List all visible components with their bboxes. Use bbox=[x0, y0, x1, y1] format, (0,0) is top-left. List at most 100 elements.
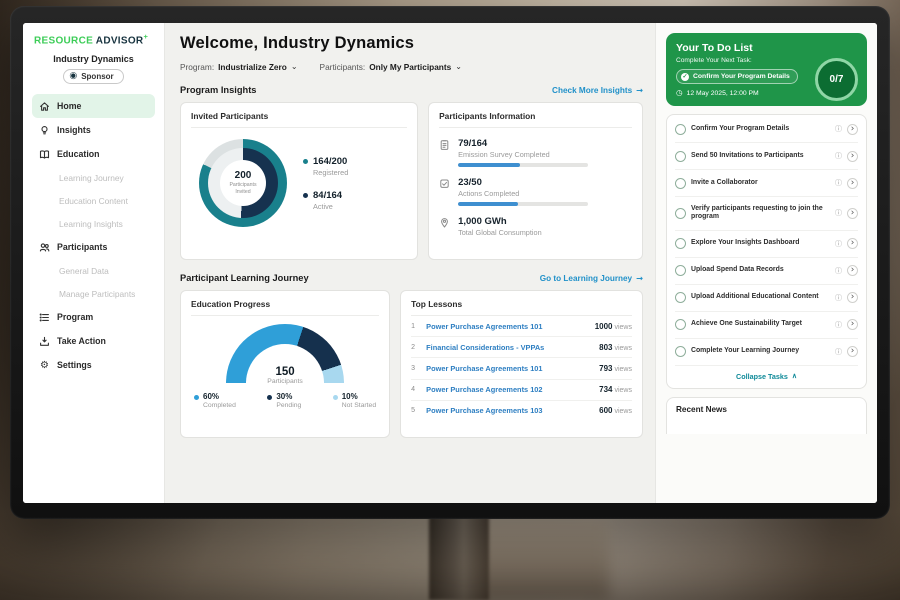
checkbox-icon[interactable] bbox=[675, 292, 686, 303]
task-row[interactable]: Explore Your Insights Dashboard ⓘ › bbox=[675, 231, 858, 258]
go-to-learning-journey-link[interactable]: Go to Learning Journey → bbox=[540, 273, 643, 283]
card-title: Education Progress bbox=[191, 299, 379, 316]
task-row[interactable]: Send 50 Invitations to Participants ⓘ › bbox=[675, 143, 858, 170]
lesson-link[interactable]: Power Purchase Agreements 102 bbox=[426, 385, 592, 394]
lesson-link[interactable]: Power Purchase Agreements 101 bbox=[426, 364, 592, 373]
chevron-right-icon[interactable]: › bbox=[847, 124, 858, 135]
section-title-program-insights: Program Insights bbox=[180, 85, 256, 95]
chevron-right-icon[interactable]: › bbox=[847, 319, 858, 330]
sidebar-item-education[interactable]: Education bbox=[32, 142, 155, 166]
card-title: Participants Information bbox=[439, 111, 632, 128]
sidebar-item-settings[interactable]: ⚙ Settings bbox=[32, 353, 155, 377]
chevron-right-icon[interactable]: › bbox=[847, 238, 858, 249]
card-title: Invited Participants bbox=[191, 111, 407, 128]
legend-dot bbox=[267, 395, 272, 400]
lesson-link[interactable]: Power Purchase Agreements 101 bbox=[426, 322, 588, 331]
chevron-down-icon: ⌄ bbox=[291, 62, 298, 71]
info-icon: ⓘ bbox=[835, 178, 842, 188]
checkbox-icon[interactable] bbox=[675, 238, 686, 249]
card-title: Top Lessons bbox=[411, 299, 632, 316]
info-icon: ⓘ bbox=[835, 266, 842, 276]
monitor-stand bbox=[429, 516, 489, 600]
info-row-consumption: 1,000 GWh Total Global Consumption bbox=[439, 216, 632, 237]
task-row[interactable]: Upload Spend Data Records ⓘ › bbox=[675, 258, 858, 285]
learning-journey-section-header: Participant Learning Journey Go to Learn… bbox=[180, 273, 643, 283]
participants-information-card: Participants Information 79/164 Emission… bbox=[428, 102, 643, 260]
sidebar-item-take-action[interactable]: Take Action bbox=[32, 329, 155, 353]
sidebar-item-home[interactable]: Home bbox=[32, 94, 155, 118]
task-row[interactable]: Achieve One Sustainability Target ⓘ › bbox=[675, 312, 858, 339]
task-row[interactable]: Invite a Collaborator ⓘ › bbox=[675, 170, 858, 197]
sidebar-item-general-data[interactable]: General Data bbox=[32, 259, 155, 282]
lesson-link[interactable]: Financial Considerations - VPPAs bbox=[426, 343, 592, 352]
checkbox-icon[interactable] bbox=[675, 178, 686, 189]
lesson-link[interactable]: Power Purchase Agreements 103 bbox=[426, 406, 592, 415]
task-row[interactable]: Confirm Your Program Details ⓘ › bbox=[675, 116, 858, 143]
chevron-right-icon[interactable]: › bbox=[847, 208, 858, 219]
info-icon: ⓘ bbox=[835, 208, 842, 218]
legend-item-active: 84/164 Active bbox=[303, 190, 348, 211]
sidebar-item-manage-participants[interactable]: Manage Participants bbox=[32, 282, 155, 305]
task-row[interactable]: Verify participants requesting to join t… bbox=[675, 197, 858, 231]
participants-filter-dropdown[interactable]: Participants: Only My Participants ⌄ bbox=[320, 62, 462, 72]
legend-dot bbox=[303, 193, 308, 198]
learning-cards-row: Education Progress 150 Participants bbox=[180, 290, 643, 438]
task-row[interactable]: Complete Your Learning Journey ⓘ › bbox=[675, 339, 858, 365]
collapse-tasks-button[interactable]: Collapse Tasks ∧ bbox=[675, 365, 858, 388]
checkbox-icon[interactable] bbox=[675, 319, 686, 330]
gauge-center: 150 Participants bbox=[226, 366, 344, 385]
arrow-right-icon: → bbox=[636, 273, 643, 283]
sidebar-item-learning-insights[interactable]: Learning Insights bbox=[32, 212, 155, 235]
check-icon: ✓ bbox=[681, 73, 689, 81]
chevron-right-icon[interactable]: › bbox=[847, 265, 858, 276]
chevron-right-icon[interactable]: › bbox=[847, 292, 858, 303]
task-row[interactable]: Upload Additional Educational Content ⓘ … bbox=[675, 285, 858, 312]
checkbox-icon[interactable] bbox=[675, 346, 686, 357]
checkbox-icon[interactable] bbox=[675, 151, 686, 162]
actions-progress-bar bbox=[458, 202, 588, 206]
sidebar-item-participants[interactable]: Participants bbox=[32, 235, 155, 259]
logo-text-resource: RESOURCE bbox=[34, 35, 93, 46]
legend-item-completed: 60% Completed bbox=[194, 392, 236, 409]
emission-survey-progress-bar bbox=[458, 163, 588, 167]
sidebar-item-insights[interactable]: Insights bbox=[32, 118, 155, 142]
chevron-right-icon[interactable]: › bbox=[847, 178, 858, 189]
checkbox-icon[interactable] bbox=[675, 265, 686, 276]
survey-icon bbox=[439, 139, 450, 151]
info-icon: ⓘ bbox=[835, 347, 842, 357]
lesson-row: 1 Power Purchase Agreements 101 1000view… bbox=[411, 316, 632, 337]
sidebar-item-label: Learning Insights bbox=[59, 219, 123, 229]
participants-filter-label: Participants: bbox=[320, 62, 366, 72]
checkbox-icon[interactable] bbox=[675, 124, 686, 135]
sidebar-item-label: Home bbox=[57, 101, 81, 111]
chevron-right-icon[interactable]: › bbox=[847, 346, 858, 357]
sidebar-item-education-content[interactable]: Education Content bbox=[32, 189, 155, 212]
todo-hero-card: Your To Do List Complete Your Next Task:… bbox=[666, 33, 867, 106]
gauge-legend: 60% Completed 30% Pending bbox=[191, 392, 379, 409]
gauge-value: 150 bbox=[226, 366, 344, 378]
info-icon: ⓘ bbox=[835, 293, 842, 303]
chevron-up-icon: ∧ bbox=[792, 372, 797, 380]
sidebar-item-label: Education Content bbox=[59, 196, 128, 206]
chevron-right-icon[interactable]: › bbox=[847, 151, 858, 162]
program-filter-dropdown[interactable]: Program: Industrialize Zero ⌄ bbox=[180, 62, 298, 72]
sidebar-item-program[interactable]: Program bbox=[32, 305, 155, 329]
todo-title: Your To Do List bbox=[676, 42, 857, 54]
dashboard-screen: RESOURCE ADVISOR+ Industry Dynamics ◉ Sp… bbox=[23, 23, 877, 503]
sidebar-item-label: Manage Participants bbox=[59, 289, 135, 299]
lightbulb-icon bbox=[39, 125, 50, 136]
sidebar-item-label: Education bbox=[57, 149, 100, 159]
section-title-learning-journey: Participant Learning Journey bbox=[180, 273, 309, 283]
sidebar-item-learning-journey[interactable]: Learning Journey bbox=[32, 166, 155, 189]
chevron-down-icon: ⌄ bbox=[455, 62, 462, 71]
sponsor-icon: ◉ bbox=[69, 72, 77, 81]
info-icon: ⓘ bbox=[835, 124, 842, 134]
checkbox-icon[interactable] bbox=[675, 208, 686, 219]
filters-bar: Program: Industrialize Zero ⌄ Participan… bbox=[180, 62, 643, 72]
arrow-right-icon: → bbox=[636, 85, 643, 95]
page-title: Welcome, Industry Dynamics bbox=[180, 34, 643, 53]
sponsor-badge[interactable]: ◉ Sponsor bbox=[63, 69, 123, 84]
info-row-actions: 23/50 Actions Completed bbox=[439, 177, 632, 206]
check-more-insights-link[interactable]: Check More Insights → bbox=[552, 85, 643, 95]
next-task-pill[interactable]: ✓ Confirm Your Program Details bbox=[676, 69, 798, 84]
